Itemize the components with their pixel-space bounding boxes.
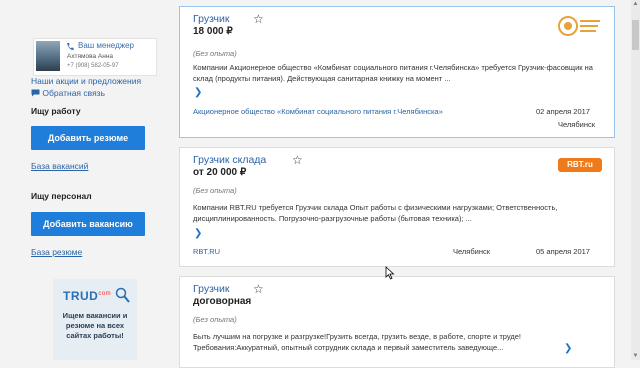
vacancy-title[interactable]: Грузчик склада xyxy=(193,154,266,166)
chevron-right-icon[interactable]: ❯ xyxy=(194,87,202,98)
vacancy-company[interactable]: Акционерное общество «Комбинат социально… xyxy=(193,107,443,116)
resume-db-link[interactable]: База резюме xyxy=(31,247,82,257)
vacancy-city: Челябинск xyxy=(558,120,596,129)
trud-banner-text: Ищем вакансии и резюме на всех сайтах ра… xyxy=(62,311,128,340)
star-icon[interactable]: ☆ xyxy=(253,12,264,26)
company-logo: RBT.ru xyxy=(558,158,602,172)
scrollbar[interactable]: ▲ ▼ xyxy=(631,0,640,360)
scroll-thumb[interactable] xyxy=(632,20,639,50)
chevron-right-icon[interactable]: ❯ xyxy=(564,343,572,354)
chat-icon xyxy=(31,89,40,97)
vacancy-title[interactable]: Грузчик xyxy=(193,283,229,295)
vacancies-db-link[interactable]: База вакансий xyxy=(31,161,88,171)
trud-banner[interactable]: TRUDcom Ищем вакансии и резюме на всех с… xyxy=(53,279,137,360)
manager-name: Ахтямова Анна xyxy=(67,53,114,60)
manager-phone: +7 (908) 582-05-97 xyxy=(67,63,119,69)
vacancy-city: Челябинск xyxy=(453,247,491,256)
chevron-right-icon[interactable]: ❯ xyxy=(194,228,202,239)
vacancy-salary: договорная xyxy=(193,296,252,307)
vacancy-salary: от 20 000 ₽ xyxy=(193,167,247,178)
vacancy-description: Быть лучшим на погрузке и разгрузке!Груз… xyxy=(193,332,521,352)
promotions-link[interactable]: Наши акции и предложения xyxy=(31,76,141,86)
sidebar: Ваш менеджер Ахтямова Анна +7 (908) 582-… xyxy=(0,0,165,360)
star-icon[interactable]: ☆ xyxy=(253,282,264,296)
vacancy-experience: (Без опыта) xyxy=(193,315,237,324)
manager-title: Ваш менеджер xyxy=(78,41,134,50)
scroll-down-icon[interactable]: ▼ xyxy=(632,352,639,360)
company-logo xyxy=(558,16,600,36)
staff-search-heading: Ищу персонал xyxy=(31,191,92,201)
feedback-link[interactable]: Обратная связь xyxy=(31,88,105,98)
vacancy-experience: (Без опыта) xyxy=(193,186,237,195)
vacancy-company[interactable]: RBT.RU xyxy=(193,247,220,256)
job-search-heading: Ищу работу xyxy=(31,106,81,116)
vacancy-date: 05 апреля 2017 xyxy=(536,247,590,256)
vacancy-card[interactable]: Грузчик склада ☆ от 20 000 ₽ RBT.ru (Без… xyxy=(179,147,615,267)
trud-logo: TRUDcom xyxy=(63,289,112,303)
cursor-icon xyxy=(385,266,395,280)
vacancy-description: Компании RBT.RU требуется Грузчик склада… xyxy=(193,203,558,223)
vacancy-experience: (Без опыта) xyxy=(193,49,237,58)
vacancy-description: Компании Акционерное общество «Комбинат … xyxy=(193,63,593,83)
add-vacancy-button[interactable]: Добавить вакансию xyxy=(31,212,145,236)
vacancy-salary: 18 000 ₽ xyxy=(193,26,233,37)
manager-card[interactable]: Ваш менеджер Ахтямова Анна +7 (908) 582-… xyxy=(33,38,157,76)
feedback-label: Обратная связь xyxy=(42,88,106,98)
vacancy-card[interactable]: Грузчик ☆ 18 000 ₽ (Без опыта) Компании … xyxy=(179,6,615,138)
vacancy-date: 02 апреля 2017 xyxy=(536,107,590,116)
phone-icon xyxy=(67,43,74,51)
add-resume-button[interactable]: Добавить резюме xyxy=(31,126,145,150)
vacancy-title[interactable]: Грузчик xyxy=(193,13,229,25)
avatar xyxy=(36,41,60,71)
scroll-up-icon[interactable]: ▲ xyxy=(632,0,639,8)
vacancy-card[interactable]: Грузчик ☆ договорная (Без опыта) Быть лу… xyxy=(179,276,615,368)
star-icon[interactable]: ☆ xyxy=(292,153,303,167)
magnifier-icon xyxy=(115,287,130,303)
